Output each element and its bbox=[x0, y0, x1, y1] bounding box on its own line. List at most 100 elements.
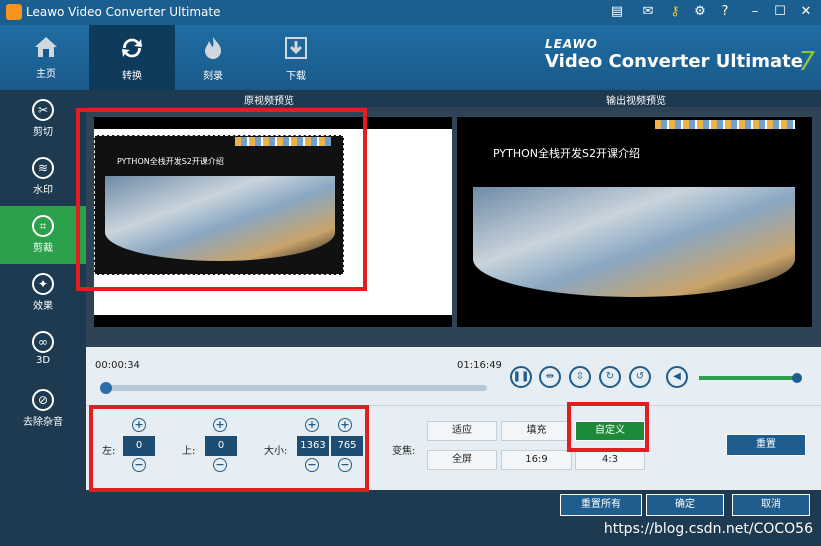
zoom-4-3-button[interactable]: 4:3 bbox=[575, 450, 645, 470]
height-decrease-button[interactable]: − bbox=[338, 458, 352, 472]
scissors-icon: ✂ bbox=[32, 99, 54, 121]
brand-version: 7 bbox=[798, 47, 815, 77]
edit-sidebar: ✂ 剪切 ≋ 水印 ⌗ 剪裁 ✦ 效果 ∞ 3D ⊘ 去除杂音 bbox=[0, 90, 86, 490]
seek-bar[interactable] bbox=[100, 382, 487, 394]
pause-button[interactable]: ❚❚ bbox=[510, 366, 532, 388]
rotate-clockwise-button[interactable]: ↻ bbox=[599, 366, 621, 388]
sidebar-item-label: 水印 bbox=[33, 185, 53, 196]
sidebar-item-trim[interactable]: ✂ 剪切 bbox=[0, 90, 86, 148]
letterbox-top bbox=[94, 117, 452, 129]
title-bar: Leawo Video Converter Ultimate ▤ ✉ ⚷ ⚙ ?… bbox=[0, 0, 821, 25]
left-decrease-button[interactable]: − bbox=[132, 458, 146, 472]
help-icon[interactable]: ? bbox=[717, 4, 733, 20]
window-title: Leawo Video Converter Ultimate bbox=[26, 5, 221, 19]
nav-home-label: 主页 bbox=[36, 69, 56, 80]
left-label: 左: bbox=[102, 446, 116, 457]
brand-product: Video Converter Ultimate bbox=[545, 51, 803, 72]
sidebar-item-label: 效果 bbox=[33, 301, 53, 312]
zoom-label: 变焦: bbox=[392, 446, 416, 457]
sidebar-item-label: 剪裁 bbox=[33, 243, 53, 254]
zoom-custom-button[interactable]: 自定义 bbox=[575, 421, 645, 441]
seek-knob[interactable] bbox=[100, 382, 112, 394]
reset-button[interactable]: 重置 bbox=[726, 434, 806, 456]
top-input[interactable]: 0 bbox=[205, 436, 237, 456]
rotate-counterclockwise-button[interactable]: ↺ bbox=[629, 366, 651, 388]
flip-vertical-button[interactable]: ⇳ bbox=[569, 366, 591, 388]
zoom-16-9-button[interactable]: 16:9 bbox=[501, 450, 572, 470]
3d-glasses-icon: ∞ bbox=[32, 331, 54, 353]
gear-icon[interactable]: ⚙ bbox=[692, 4, 708, 20]
height-input[interactable]: 765 bbox=[331, 436, 363, 456]
original-preview-label: 原视频预览 bbox=[244, 96, 294, 107]
denoise-icon: ⊘ bbox=[32, 389, 54, 411]
main-panel: 原视频预览 输出视频预览 PYTHON全栈开发S2开课介绍 PYTHON全栈开发… bbox=[86, 90, 821, 490]
left-input[interactable]: 0 bbox=[123, 436, 155, 456]
watermark-text: https://blog.csdn.net/COCO56 bbox=[603, 521, 813, 537]
nav-burn[interactable]: 刻录 bbox=[170, 25, 256, 90]
effects-icon: ✦ bbox=[32, 273, 54, 295]
earth-image bbox=[473, 187, 795, 297]
crop-icon: ⌗ bbox=[32, 215, 54, 237]
width-decrease-button[interactable]: − bbox=[305, 458, 319, 472]
burn-icon bbox=[205, 37, 221, 59]
top-increase-button[interactable]: + bbox=[213, 418, 227, 432]
zoom-fit-button[interactable]: 适应 bbox=[427, 421, 497, 441]
download-icon bbox=[285, 37, 307, 59]
total-time: 01:16:49 bbox=[457, 360, 502, 371]
flip-horizontal-button[interactable]: ⇹ bbox=[539, 366, 561, 388]
top-decrease-button[interactable]: − bbox=[213, 458, 227, 472]
original-preview: PYTHON全栈开发S2开课介绍 bbox=[94, 117, 452, 327]
nav-download[interactable]: 下载 bbox=[253, 25, 339, 90]
close-icon[interactable]: ✕ bbox=[798, 4, 814, 20]
sidebar-item-label: 3D bbox=[35, 355, 51, 366]
home-icon bbox=[35, 37, 57, 57]
width-increase-button[interactable]: + bbox=[305, 418, 319, 432]
output-video-caption: PYTHON全栈开发S2开课介绍 bbox=[493, 147, 640, 160]
preview-area: PYTHON全栈开发S2开课介绍 PYTHON全栈开发S2开课介绍 bbox=[86, 107, 821, 347]
left-increase-button[interactable]: + bbox=[132, 418, 146, 432]
watermark-icon: ≋ bbox=[32, 157, 54, 179]
sidebar-item-denoise[interactable]: ⊘ 去除杂音 bbox=[0, 380, 86, 438]
convert-icon bbox=[122, 38, 142, 58]
sidebar-item-3d[interactable]: ∞ 3D bbox=[0, 322, 86, 380]
reset-all-button[interactable]: 重置所有 bbox=[560, 494, 642, 516]
letterbox-bottom bbox=[94, 315, 452, 327]
app-logo-icon bbox=[6, 4, 22, 20]
volume-slider[interactable] bbox=[699, 373, 802, 383]
key-icon[interactable]: ⚷ bbox=[667, 4, 683, 20]
nav-download-label: 下载 bbox=[286, 71, 306, 82]
maximize-icon[interactable]: ☐ bbox=[772, 4, 788, 20]
top-label: 上: bbox=[182, 446, 196, 457]
size-label: 大小: bbox=[264, 446, 288, 457]
sidebar-item-label: 剪切 bbox=[33, 127, 53, 138]
nav-home[interactable]: 主页 bbox=[3, 25, 89, 90]
message-icon[interactable]: ✉ bbox=[640, 4, 656, 20]
output-preview-label: 输出视频预览 bbox=[606, 96, 666, 107]
video-toolbar-strip bbox=[655, 120, 795, 129]
brand: LEAWO Video Converter Ultimate 7 bbox=[545, 37, 815, 77]
sidebar-item-label: 去除杂音 bbox=[23, 417, 63, 428]
current-time: 00:00:34 bbox=[95, 360, 140, 371]
nav-convert-label: 转换 bbox=[122, 71, 142, 82]
video-toolbar-strip bbox=[235, 137, 331, 146]
preview-headers: 原视频预览 输出视频预览 bbox=[86, 90, 821, 107]
volume-knob[interactable] bbox=[792, 373, 802, 383]
zoom-fullscreen-button[interactable]: 全屏 bbox=[427, 450, 497, 470]
height-increase-button[interactable]: + bbox=[338, 418, 352, 432]
sidebar-item-watermark[interactable]: ≋ 水印 bbox=[0, 148, 86, 206]
crop-settings: 左: + 0 − 上: + 0 − 大小: + 1363 − + 765 − 变… bbox=[86, 405, 821, 490]
crop-frame[interactable]: PYTHON全栈开发S2开课介绍 bbox=[94, 135, 344, 275]
top-nav: 主页 转换 刻录 下载 LEAWO Video Converter Ultima… bbox=[0, 25, 821, 90]
volume-icon[interactable]: ◀ bbox=[666, 366, 688, 388]
nav-burn-label: 刻录 bbox=[203, 71, 223, 82]
ok-button[interactable]: 确定 bbox=[646, 494, 724, 516]
minimize-icon[interactable]: – bbox=[747, 4, 763, 20]
width-input[interactable]: 1363 bbox=[297, 436, 329, 456]
register-icon[interactable]: ▤ bbox=[609, 4, 625, 20]
sidebar-item-effects[interactable]: ✦ 效果 bbox=[0, 264, 86, 322]
cancel-button[interactable]: 取消 bbox=[732, 494, 810, 516]
nav-convert[interactable]: 转换 bbox=[89, 25, 175, 90]
earth-image bbox=[105, 176, 335, 261]
zoom-fill-button[interactable]: 填充 bbox=[501, 421, 572, 441]
sidebar-item-crop[interactable]: ⌗ 剪裁 bbox=[0, 206, 86, 264]
